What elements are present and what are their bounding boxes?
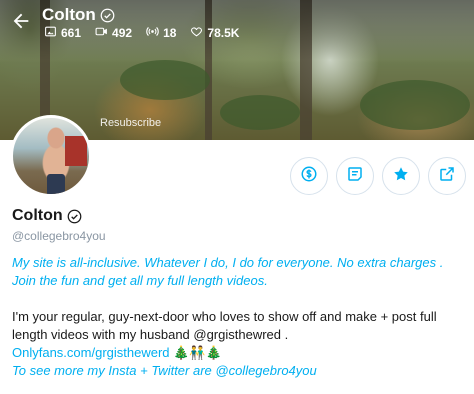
profile-bio: My site is all-inclusive. Whatever I do,… [12,254,462,380]
video-icon [95,25,108,41]
stat-likes: 78.5K [190,25,239,41]
share-button[interactable] [428,157,466,195]
message-icon [346,165,364,188]
bio-link[interactable]: Onlyfans.com/grgisthewerd [12,345,170,360]
back-button[interactable] [10,10,32,32]
tip-button[interactable] [290,157,328,195]
bio-description: I'm your regular, guy-next-door who love… [12,309,437,342]
cover-foliage [220,95,300,130]
stat-videos: 492 [95,25,132,41]
profile-name-text: Colton [12,207,63,224]
verified-icon [67,209,82,224]
stat-photos: 661 [44,25,81,41]
favorite-button[interactable] [382,157,420,195]
bio-socials: To see more my Insta + Twitter are @coll… [12,363,317,378]
stat-videos-count: 492 [112,26,133,40]
share-icon [438,165,456,188]
profile-handle: @collegebro4you [12,229,106,243]
message-button[interactable] [336,157,374,195]
bio-link-line: Onlyfans.com/grgisthewerd 🎄👬🎄 [12,344,462,362]
resubscribe-label[interactable]: Resubscribe [100,117,161,129]
avatar-barn [65,136,87,166]
header-name-text: Colton [42,5,96,24]
heart-icon [190,25,203,41]
stat-likes-count: 78.5K [207,26,240,40]
cover-foliage [120,60,210,100]
avatar-figure [47,174,65,194]
verified-icon [100,8,115,23]
bio-emoji: 🎄👬🎄 [173,345,222,360]
stream-icon [146,25,159,41]
cover-foliage [360,80,470,130]
header-stats: 661 492 18 78.5K [44,25,239,41]
stat-photos-count: 661 [61,26,82,40]
dollar-icon [300,165,318,188]
avatar[interactable] [10,115,92,197]
profile-name: Colton [12,207,82,225]
back-arrow-icon [10,13,32,36]
star-icon [392,165,410,188]
bio-intro: My site is all-inclusive. Whatever I do,… [12,255,444,288]
stat-streams: 18 [146,25,176,41]
profile-actions [290,157,466,195]
header-name: Colton [42,5,115,25]
photo-icon [44,25,57,41]
stat-streams-count: 18 [163,26,177,40]
